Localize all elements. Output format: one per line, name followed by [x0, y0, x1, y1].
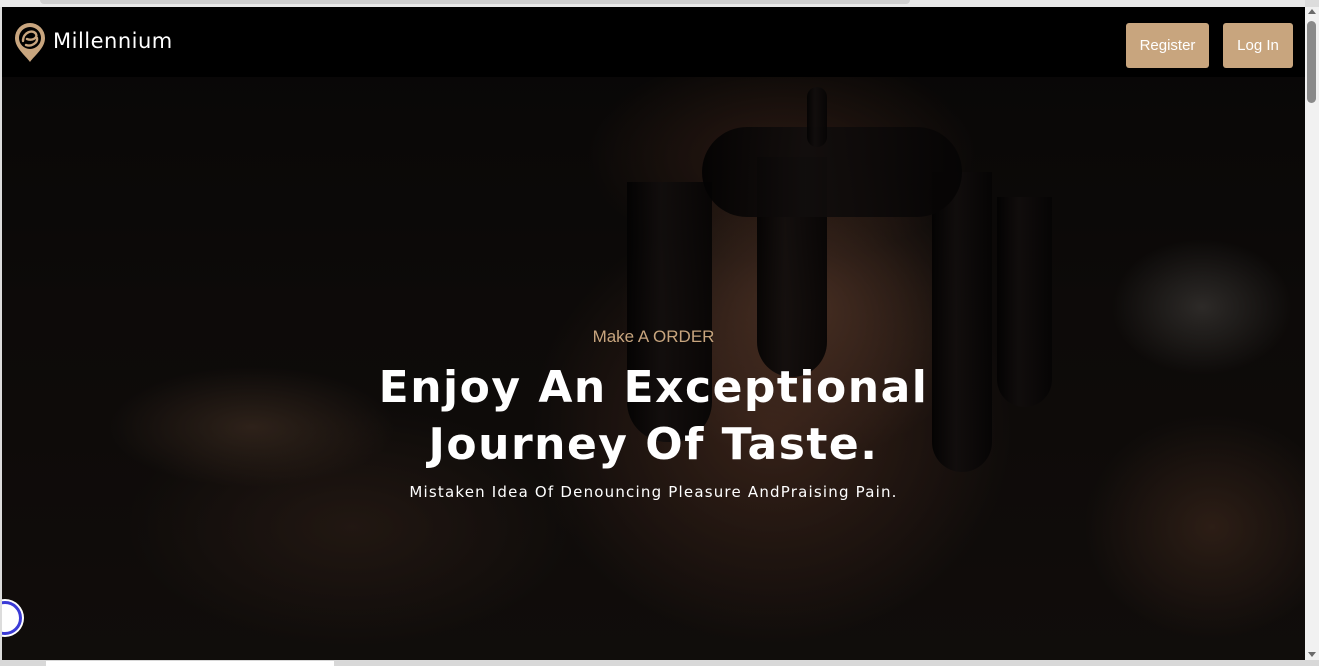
browser-top-strip [0, 0, 1305, 7]
brand-logo[interactable]: Millennium [13, 21, 173, 63]
page-scrollbar[interactable] [1305, 7, 1319, 660]
hero-content: Make A ORDER Enjoy An Exceptional Journe… [2, 325, 1305, 503]
scrollbar-thumb[interactable] [1307, 21, 1316, 103]
register-button[interactable]: Register [1126, 23, 1209, 68]
browser-viewport: Millennium Register Log In Make A ORDER … [0, 0, 1319, 666]
hero-title: Enjoy An Exceptional Journey Of Taste. [378, 362, 929, 470]
top-navbar: Millennium Register Log In [2, 7, 1305, 77]
hero-eyebrow: Make A ORDER [592, 327, 715, 346]
web-page: Millennium Register Log In Make A ORDER … [2, 7, 1305, 660]
scroll-up-arrow-icon[interactable] [1308, 9, 1316, 14]
brand-name: Millennium [53, 29, 173, 53]
browser-bottom-strip [0, 660, 1319, 666]
millennium-logo-icon [15, 23, 45, 62]
horizontal-scroll-track [46, 661, 334, 666]
scroll-down-arrow-icon[interactable] [1308, 652, 1316, 657]
tab-strip-edge [40, 0, 910, 4]
hero-subtitle: Mistaken Idea Of Denouncing Pleasure And… [409, 483, 898, 501]
login-button[interactable]: Log In [1223, 23, 1293, 68]
